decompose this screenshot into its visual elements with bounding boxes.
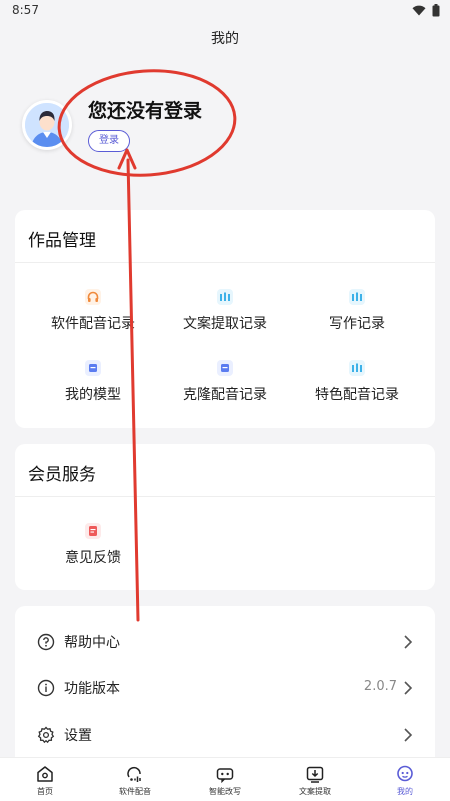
settings-card: 帮助中心 功能版本 2.0.7 设置 xyxy=(15,606,435,766)
avatar[interactable] xyxy=(22,100,72,150)
grid-item-extract-record[interactable]: 文案提取记录 xyxy=(155,289,295,333)
bars-icon xyxy=(349,360,365,376)
bars-icon xyxy=(217,289,233,305)
chevron-right-icon xyxy=(404,681,413,695)
grid-item-dubbing-record[interactable]: 软件配音记录 xyxy=(23,289,163,333)
grid-item-label: 软件配音记录 xyxy=(51,316,135,332)
nav-item-dubbing[interactable]: 软件配音 xyxy=(90,758,180,801)
works-card-title: 作品管理 xyxy=(28,231,96,251)
nav-label: 首页 xyxy=(37,787,53,796)
help-center-row[interactable]: 帮助中心 xyxy=(15,620,435,664)
grid-item-my-model[interactable]: 我的模型 xyxy=(23,360,163,404)
box-icon xyxy=(85,360,101,376)
list-label: 帮助中心 xyxy=(64,635,120,651)
bars-icon xyxy=(349,289,365,305)
chevron-right-icon xyxy=(404,635,413,649)
wifi-icon xyxy=(412,5,426,16)
member-card-title: 会员服务 xyxy=(28,465,96,485)
gear-icon xyxy=(37,726,55,744)
robot-icon xyxy=(216,768,234,784)
grid-item-label: 克隆配音记录 xyxy=(183,387,267,403)
annotation-arrowhead xyxy=(117,148,137,170)
login-button[interactable]: 登录 xyxy=(88,130,130,152)
grid-item-label: 特色配音记录 xyxy=(315,387,399,403)
download-icon xyxy=(306,766,324,783)
grid-item-label: 我的模型 xyxy=(65,387,121,403)
status-icons xyxy=(412,4,440,17)
profile-icon xyxy=(397,765,413,782)
home-icon xyxy=(37,766,53,782)
nav-item-mine[interactable]: 我的 xyxy=(360,758,450,801)
version-value: 2.0.7 xyxy=(363,679,397,694)
voice-icon xyxy=(127,766,141,782)
divider xyxy=(15,262,435,263)
grid-item-writing-record[interactable]: 写作记录 xyxy=(287,289,427,333)
member-card: 会员服务 意见反馈 xyxy=(15,444,435,590)
nav-label: 智能改写 xyxy=(209,787,241,796)
battery-icon xyxy=(432,4,440,17)
login-status-title: 您还没有登录 xyxy=(88,100,203,122)
box-icon xyxy=(217,360,233,376)
settings-row[interactable]: 设置 xyxy=(15,713,435,757)
feedback-icon xyxy=(85,523,101,539)
nav-item-home[interactable]: 首页 xyxy=(0,758,90,801)
annotation-circle xyxy=(57,69,237,177)
avatar-person-icon xyxy=(25,103,69,147)
works-card: 作品管理 软件配音记录 文案提取记录 写作记录 我的模型 克隆配音记录 特色配音… xyxy=(15,210,435,428)
list-label: 设置 xyxy=(64,728,92,744)
grid-item-label: 文案提取记录 xyxy=(183,316,267,332)
list-label: 功能版本 xyxy=(64,681,120,697)
nav-item-extract[interactable]: 文案提取 xyxy=(270,758,360,801)
nav-label: 文案提取 xyxy=(299,787,331,796)
status-bar: 8:57 xyxy=(0,0,450,22)
version-row[interactable]: 功能版本 2.0.7 xyxy=(15,666,435,710)
help-icon xyxy=(37,633,55,651)
chevron-right-icon xyxy=(404,728,413,742)
grid-item-feedback[interactable]: 意见反馈 xyxy=(23,523,163,567)
grid-item-clone-record[interactable]: 克隆配音记录 xyxy=(155,360,295,404)
grid-item-featured-record[interactable]: 特色配音记录 xyxy=(287,360,427,404)
status-time: 8:57 xyxy=(12,3,39,17)
grid-item-label: 意见反馈 xyxy=(65,550,121,566)
grid-item-label: 写作记录 xyxy=(329,316,385,332)
nav-label: 我的 xyxy=(397,787,413,796)
bottom-nav: 首页 软件配音 智能改写 文案提取 我的 xyxy=(0,757,450,801)
page-title: 我的 xyxy=(211,31,239,47)
divider xyxy=(15,496,435,497)
info-icon xyxy=(37,679,55,697)
nav-item-rewrite[interactable]: 智能改写 xyxy=(180,758,270,801)
nav-label: 软件配音 xyxy=(119,787,151,796)
headphones-icon xyxy=(85,289,101,305)
